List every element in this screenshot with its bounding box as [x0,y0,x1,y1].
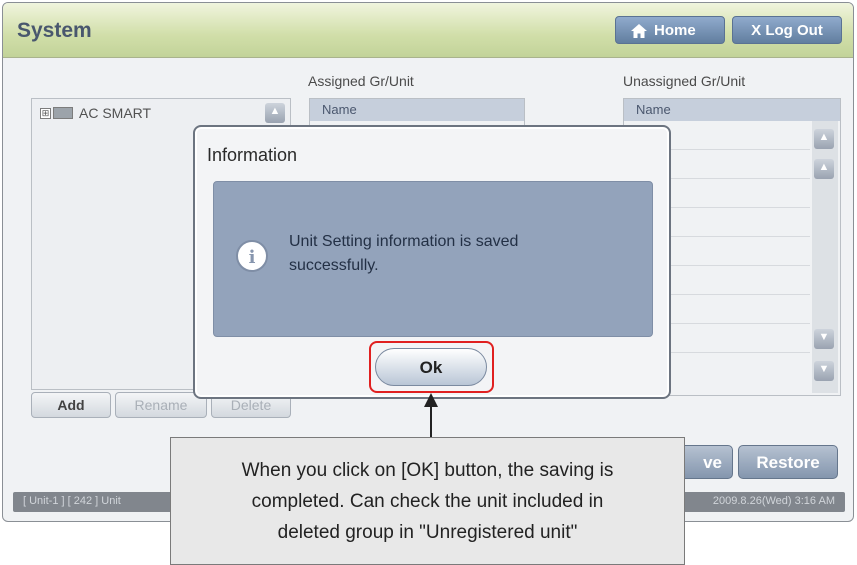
callout-text: When you click on [OK] button, the savin… [171,455,684,548]
dialog-title: Information [207,145,298,165]
callout-arrow-line [430,400,432,438]
info-icon: i [236,240,268,272]
dialog-message: Unit Setting information is saved succes… [289,233,519,274]
ok-button[interactable]: Ok [375,348,487,386]
information-dialog: Information i Unit Setting information i… [193,125,671,399]
dialog-message-panel: i Unit Setting information is saved succ… [213,181,653,337]
callout-line: When you click on [OK] button, the savin… [241,460,614,481]
callout-line: deleted group in "Unregistered unit" [277,522,578,543]
instruction-callout: When you click on [OK] button, the savin… [170,437,685,565]
callout-line: completed. Can check the unit included i… [251,491,604,512]
